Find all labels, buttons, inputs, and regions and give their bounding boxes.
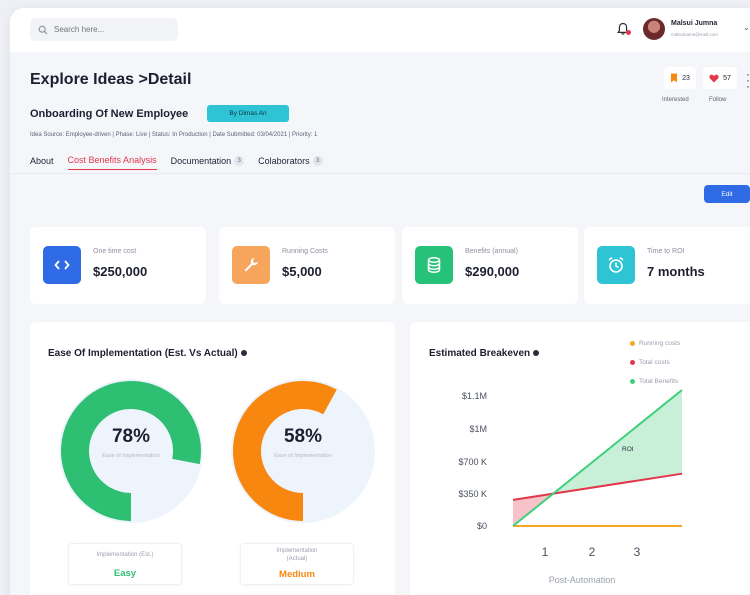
y-tick-label: $1M bbox=[469, 424, 487, 434]
alarm-clock-icon bbox=[597, 246, 635, 284]
notification-dot bbox=[626, 30, 631, 35]
chevron-down-icon[interactable]: ⌄ bbox=[743, 23, 750, 32]
tab-count: 3 bbox=[234, 155, 245, 166]
tab-label: Cost Benefits Analysis bbox=[67, 155, 157, 165]
ease-of-implementation-panel: Ease Of Implementation (Est. Vs Actual) … bbox=[30, 322, 395, 595]
idea-meta: Idea Source: Employee-driven | Phase: Li… bbox=[30, 132, 318, 138]
search-icon bbox=[38, 25, 48, 34]
avatar[interactable] bbox=[643, 18, 665, 40]
tab-cost-benefits-analysis[interactable]: Cost Benefits Analysis bbox=[67, 155, 157, 170]
metric-card-time-to-roi: Time to ROI 7 months bbox=[584, 227, 750, 304]
user-email: malsuiname@mail.com bbox=[671, 32, 718, 37]
interested-badge[interactable]: 23 bbox=[664, 67, 696, 89]
box-caption: Implementation (Est.) bbox=[96, 552, 154, 558]
roi-label: ROI bbox=[622, 446, 634, 453]
interested-count: 23 bbox=[682, 74, 690, 82]
donut-label: Ease of Implementation bbox=[102, 453, 160, 459]
donut-value: 58% bbox=[283, 426, 323, 447]
code-icon bbox=[43, 246, 81, 284]
x-tick-label: 3 bbox=[634, 545, 641, 559]
app-frame: Malsui Jumna malsuiname@mail.com ⌄ Explo… bbox=[10, 8, 750, 595]
tab-label: Documentation bbox=[170, 155, 232, 166]
interested-label: Interested bbox=[662, 97, 689, 103]
top-bar: Malsui Jumna malsuiname@mail.com ⌄ bbox=[10, 8, 750, 52]
search-box[interactable] bbox=[30, 18, 178, 41]
y-tick-label: $350 K bbox=[458, 489, 487, 499]
donut-estimated bbox=[59, 379, 203, 523]
database-icon bbox=[415, 246, 453, 284]
level-easy: Easy bbox=[113, 568, 137, 579]
bookmark-icon bbox=[671, 73, 678, 83]
implementation-actual-box: Implementation (Actual) Medium bbox=[240, 543, 354, 585]
metric-card-running-costs: Running Costs $5,000 bbox=[219, 227, 395, 304]
metric-label: One time cost bbox=[93, 248, 137, 255]
idea-title: Onboarding Of New Employee bbox=[30, 108, 189, 120]
tab-label: Colaborators bbox=[258, 155, 310, 166]
y-tick-label: $1.1M bbox=[462, 391, 487, 401]
page-title: Explore Ideas >Detail bbox=[30, 71, 192, 88]
breakeven-chart: $0 $350 K $700 K $1M $1.1M 1 2 3 Post-Automation… bbox=[458, 389, 683, 585]
info-icon[interactable] bbox=[240, 350, 247, 357]
tab-documentation[interactable]: Documentation 3 bbox=[171, 155, 245, 170]
metric-label: Benefits (annual) bbox=[465, 248, 518, 255]
tab-count: 3 bbox=[312, 155, 323, 166]
metric-card-one-time-cost: One time cost $250,000 bbox=[30, 227, 206, 304]
x-tick-label: 1 bbox=[542, 545, 549, 559]
search-input[interactable] bbox=[54, 25, 164, 34]
metric-value: $290,000 bbox=[465, 264, 520, 279]
donut-value: 78% bbox=[111, 426, 151, 447]
wrench-icon bbox=[232, 246, 270, 284]
author-badge[interactable]: By Dimas Ari bbox=[207, 105, 289, 122]
more-options-icon[interactable]: · · · bbox=[746, 68, 750, 92]
metric-value: $250,000 bbox=[93, 264, 148, 279]
panel-title-text: Ease Of Implementation (Est. Vs Actual) bbox=[48, 348, 238, 359]
implementation-estimated-box: Implementation (Est.) Easy bbox=[68, 543, 182, 585]
metric-label: Time to ROI bbox=[647, 248, 685, 255]
heart-icon bbox=[709, 74, 719, 82]
metric-card-benefits: Benefits (annual) $290,000 bbox=[402, 227, 578, 304]
x-tick-label: 2 bbox=[589, 545, 596, 559]
metric-value: 7 months bbox=[647, 264, 705, 279]
metric-value: $5,000 bbox=[282, 264, 322, 279]
tab-about[interactable]: About bbox=[30, 155, 54, 170]
user-name: Malsui Jumna bbox=[671, 20, 718, 27]
follow-label: Follow bbox=[709, 97, 727, 103]
y-tick-label: $700 K bbox=[458, 457, 487, 467]
y-tick-label: $0 bbox=[477, 521, 487, 531]
level-medium: Medium bbox=[279, 569, 315, 580]
edit-button[interactable]: Edit bbox=[704, 185, 750, 203]
tab-label: About bbox=[30, 155, 54, 166]
donut-label: Ease of Implementation bbox=[274, 453, 332, 459]
estimated-breakeven-panel: Estimated Breakeven Running costs Total … bbox=[410, 322, 750, 595]
tab-bar: About Cost Benefits Analysis Documentati… bbox=[30, 155, 323, 170]
follow-count: 57 bbox=[723, 74, 731, 82]
divider bbox=[10, 173, 750, 174]
x-axis-label: Post-Automation bbox=[549, 575, 616, 585]
follow-badge[interactable]: 57 bbox=[703, 67, 737, 89]
tab-colaborators[interactable]: Colaborators 3 bbox=[258, 155, 323, 170]
metric-label: Running Costs bbox=[282, 248, 328, 255]
donut-actual bbox=[231, 379, 375, 523]
box-caption: Implementation (Actual) bbox=[276, 548, 318, 562]
panel-title: Ease Of Implementation (Est. Vs Actual) bbox=[48, 348, 247, 359]
